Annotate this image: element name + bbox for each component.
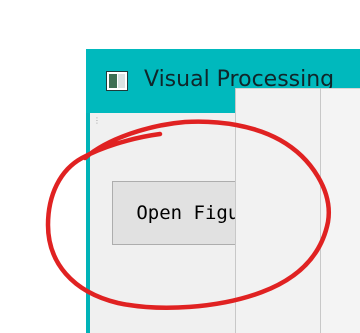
app-icon-left-pane [109,74,117,88]
app-icon-right-pane [118,74,125,88]
right-panel [236,88,320,333]
far-right-panel [321,88,360,333]
app-window-icon [106,71,128,91]
toolbar-grip-icon[interactable]: ⋮ [93,117,101,132]
screenshot-stage: Visual Processing ⋮ Open Figures [0,0,360,333]
